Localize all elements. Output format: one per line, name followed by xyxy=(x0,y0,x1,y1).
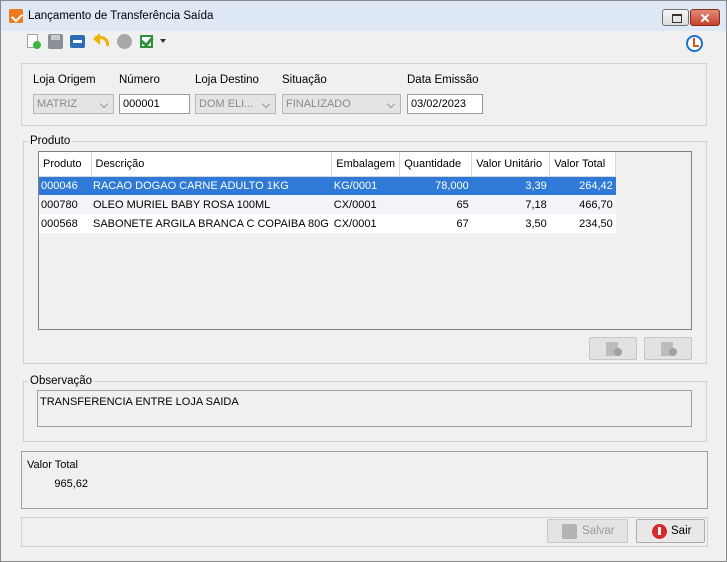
add-product-button[interactable] xyxy=(589,337,637,360)
cell-valor-unitario: 3,39 xyxy=(471,176,550,195)
numero-field[interactable]: 000001 xyxy=(119,94,190,114)
dropdown-caret-icon[interactable] xyxy=(160,39,166,43)
loja-origem-value: MATRIZ xyxy=(37,98,78,110)
column-header-quantidade[interactable]: Quantidade xyxy=(399,152,473,177)
produto-grid[interactable]: Produto Descrição Embalagem Quantidade V… xyxy=(38,151,692,330)
situacao-value: FINALIZADO xyxy=(286,98,351,110)
cell-valor-total: 466,70 xyxy=(549,195,616,214)
cell-valor-unitario: 3,50 xyxy=(471,214,550,233)
observacao-textarea[interactable]: TRANSFERENCIA ENTRE LOJA SAIDA xyxy=(37,390,692,427)
column-header-embalagem[interactable]: Embalagem xyxy=(331,152,401,177)
column-header-valor-total[interactable]: Valor Total xyxy=(549,152,617,177)
exit-button-label: Sair xyxy=(671,525,692,537)
cell-descricao: SABONETE ARGILA BRANCA C COPAIBA 80G xyxy=(91,214,332,233)
situacao-label: Situação xyxy=(282,74,327,86)
loja-origem-label: Loja Origem xyxy=(33,74,96,86)
cell-produto: 000046 xyxy=(39,176,91,195)
cell-quantidade: 65 xyxy=(399,195,472,214)
table-header-row: Produto Descrição Embalagem Quantidade V… xyxy=(39,152,617,177)
observacao-group-title: Observação xyxy=(28,375,95,387)
data-emissao-field[interactable]: 03/02/2023 xyxy=(407,94,483,114)
loja-destino-value: DOM ELI... xyxy=(199,98,254,110)
table-row[interactable]: 000568 SABONETE ARGILA BRANCA C COPAIBA … xyxy=(39,214,616,233)
timer-icon[interactable] xyxy=(686,35,703,52)
table-row[interactable]: 000780 OLEO MURIEL BABY ROSA 100ML CX/00… xyxy=(39,195,616,214)
save-icon xyxy=(562,524,577,539)
numero-label: Número xyxy=(119,74,160,86)
chevron-down-icon xyxy=(261,99,271,109)
loja-destino-label: Loja Destino xyxy=(195,74,259,86)
cell-valor-total: 234,50 xyxy=(549,214,616,233)
cell-descricao: OLEO MURIEL BABY ROSA 100ML xyxy=(91,195,332,214)
cell-produto: 000780 xyxy=(39,195,91,214)
new-document-icon[interactable] xyxy=(25,33,42,50)
remove-product-button[interactable] xyxy=(644,337,692,360)
circle-icon[interactable] xyxy=(116,33,133,50)
produto-table: Produto Descrição Embalagem Quantidade V… xyxy=(39,152,617,233)
column-header-descricao[interactable]: Descrição xyxy=(91,152,333,177)
cell-produto: 000568 xyxy=(39,214,91,233)
cell-quantidade: 67 xyxy=(399,214,472,233)
cell-quantidade: 78,000 xyxy=(399,176,472,195)
close-button[interactable] xyxy=(690,9,720,26)
title-bar[interactable]: Lançamento de Transferência Saída xyxy=(1,1,726,31)
power-icon xyxy=(652,524,667,539)
data-emissao-label: Data Emissão xyxy=(407,74,479,86)
valor-total-value: 965,62 xyxy=(54,478,88,490)
undo-icon[interactable] xyxy=(93,33,110,50)
app-icon xyxy=(9,9,23,23)
save-button[interactable]: Salvar xyxy=(547,519,628,543)
cell-embalagem: KG/0001 xyxy=(331,176,400,195)
cell-embalagem: CX/0001 xyxy=(331,195,400,214)
window-title: Lançamento de Transferência Saída xyxy=(28,10,214,22)
cell-valor-unitario: 7,18 xyxy=(471,195,550,214)
situacao-select[interactable]: FINALIZADO xyxy=(282,94,401,114)
totals-panel xyxy=(21,451,708,509)
cell-valor-total: 264,42 xyxy=(549,176,616,195)
loja-origem-select[interactable]: MATRIZ xyxy=(33,94,114,114)
cell-embalagem: CX/0001 xyxy=(331,214,400,233)
produto-group-title: Produto xyxy=(28,135,73,147)
table-row[interactable]: 000046 RACAO DOGAO CARNE ADULTO 1KG KG/0… xyxy=(39,176,616,195)
save-button-label: Salvar xyxy=(582,525,615,537)
valor-total-label: Valor Total xyxy=(27,459,78,471)
column-header-produto[interactable]: Produto xyxy=(39,152,92,177)
transfer-window: Lançamento de Transferência Saída Loja O… xyxy=(0,0,727,562)
column-header-valor-unitario[interactable]: Valor Unitário xyxy=(471,152,551,177)
chevron-down-icon xyxy=(386,99,396,109)
cell-descricao: RACAO DOGAO CARNE ADULTO 1KG xyxy=(91,176,332,195)
transfer-icon[interactable] xyxy=(69,33,86,50)
chevron-down-icon xyxy=(99,99,109,109)
save-icon[interactable] xyxy=(47,33,64,50)
maximize-button[interactable] xyxy=(662,9,689,26)
loja-destino-select[interactable]: DOM ELI... xyxy=(195,94,276,114)
exit-button[interactable]: Sair xyxy=(636,519,705,543)
check-icon[interactable] xyxy=(139,33,156,50)
